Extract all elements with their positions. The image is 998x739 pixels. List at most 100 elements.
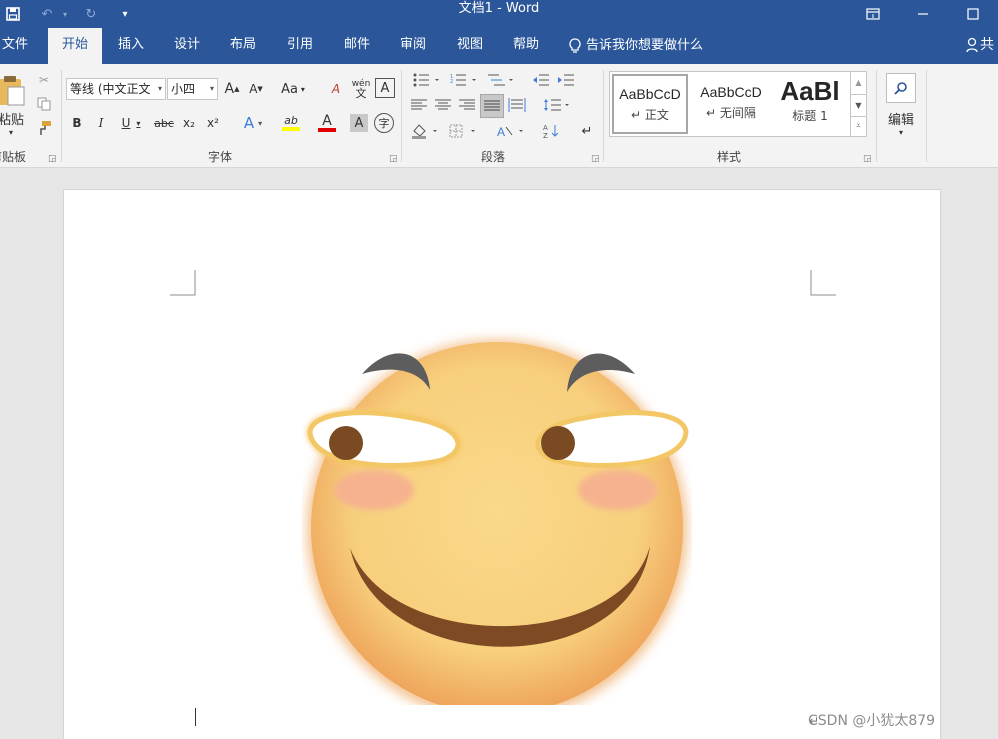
multilevel-list-icon[interactable] [484, 70, 518, 90]
change-case-button[interactable]: Aa ▾ [276, 78, 310, 100]
style-tile-normal[interactable]: AaBbCcD ↵ 正文 [612, 74, 688, 134]
share-button[interactable]: 共 [966, 28, 998, 64]
paragraph-dialog-launcher-icon[interactable]: ◲ [591, 154, 600, 164]
gallery-more-icon[interactable]: ⩡ [850, 116, 866, 136]
style-tile-heading-1[interactable]: AaBl 标题 1 [772, 74, 848, 134]
watermark-text: CSDN @小犹太879 [808, 713, 936, 729]
gallery-scroll-down-icon[interactable]: ▼ [850, 94, 866, 116]
styles-dialog-launcher-icon[interactable]: ◲ [863, 154, 872, 164]
font-name-combo[interactable]: 等线 (中文正文 ▾ [66, 78, 166, 100]
numbering-icon[interactable]: 12 [447, 70, 481, 90]
editing-button[interactable]: 编辑 ▾ [884, 70, 918, 140]
font-color-label: A [322, 113, 332, 129]
font-dialog-launcher-icon[interactable]: ◲ [389, 154, 398, 164]
shrink-font-label: A [249, 82, 258, 96]
style-name: ↵ 正文 [631, 108, 669, 122]
document-area[interactable]: ↵ [0, 169, 998, 739]
maximize-icon[interactable] [948, 0, 998, 28]
show-marks-icon[interactable]: ↵ [576, 120, 598, 142]
format-painter-icon[interactable] [34, 118, 54, 138]
lightbulb-icon [569, 38, 581, 53]
style-tile-no-spacing[interactable]: AaBbCcD ↵ 无间隔 [692, 74, 770, 134]
styles-group-label: 样式 [717, 150, 742, 164]
tab-design[interactable]: 设计 [164, 28, 210, 64]
clear-formatting-label: A [331, 82, 341, 96]
shrink-font-button[interactable]: A ▼ [246, 78, 266, 100]
strikethrough-button[interactable]: abc [152, 112, 176, 134]
chinese-layout-icon[interactable]: A [494, 120, 528, 142]
phonetic-guide-button[interactable]: wén 文 [350, 76, 372, 102]
group-separator [926, 70, 927, 162]
superscript-label: x² [207, 116, 219, 130]
align-center-icon[interactable] [432, 94, 454, 116]
font-size-combo[interactable]: 小四 ▾ [167, 78, 218, 100]
ribbon-display-options-icon[interactable] [848, 0, 898, 28]
group-separator [401, 70, 402, 162]
tab-mailings[interactable]: 邮件 [334, 28, 380, 64]
shading-icon[interactable] [408, 120, 442, 142]
title-bar: ↶ ▾ ↻ ▾ 文档1 - Word [0, 0, 998, 28]
font-name-dropdown-icon: ▾ [157, 84, 162, 93]
tab-help[interactable]: 帮助 [503, 28, 549, 64]
tab-layout[interactable]: 布局 [220, 28, 266, 64]
paste-label: 粘贴 [0, 113, 24, 128]
sort-icon[interactable]: AZ [540, 120, 562, 142]
redo-icon[interactable]: ↻ [78, 0, 104, 28]
style-sample: AaBbCcD [619, 86, 681, 102]
text-cursor [195, 708, 196, 726]
grow-font-button[interactable]: A ▲ [222, 78, 242, 100]
character-border-label: A [380, 80, 390, 96]
align-left-icon[interactable] [408, 94, 430, 116]
clear-formatting-button[interactable]: A [326, 78, 346, 100]
distributed-icon[interactable] [506, 94, 528, 116]
tab-review[interactable]: 审阅 [390, 28, 436, 64]
svg-text:A: A [543, 124, 548, 132]
increase-indent-icon[interactable] [555, 70, 577, 90]
tab-view[interactable]: 视图 [447, 28, 493, 64]
share-label: 共 [980, 37, 994, 53]
margin-corner-top-right [810, 270, 836, 296]
underline-label: U [121, 116, 131, 130]
bullets-icon[interactable] [410, 70, 444, 90]
decrease-indent-icon[interactable] [530, 70, 552, 90]
tell-me-box[interactable]: 告诉我你想要做什么 [568, 28, 703, 64]
minimize-icon[interactable] [898, 0, 948, 28]
tab-home[interactable]: 开始 [48, 28, 102, 64]
character-shading-button[interactable]: A [350, 114, 368, 132]
font-color-button[interactable]: A [310, 110, 344, 136]
paste-button[interactable]: 粘贴 ▾ [0, 70, 28, 140]
bold-button[interactable]: B [68, 112, 86, 134]
smiley-face-image[interactable] [302, 320, 692, 705]
tab-insert[interactable]: 插入 [108, 28, 154, 64]
cut-icon[interactable]: ✂ [34, 70, 54, 90]
italic-label: I [98, 116, 104, 130]
undo-icon[interactable]: ↶ [34, 0, 60, 28]
editing-label: 编辑 [887, 113, 914, 128]
clipboard-dialog-launcher-icon[interactable]: ◲ [48, 154, 57, 164]
underline-button[interactable]: U ▾ [116, 112, 146, 134]
group-separator [603, 70, 604, 162]
strikethrough-label: abc [154, 116, 174, 130]
copy-icon[interactable] [34, 94, 54, 114]
character-border-button[interactable]: A [375, 78, 395, 98]
customize-qat-icon[interactable]: ▾ [112, 0, 138, 28]
gallery-scroll-up-icon[interactable]: ▲ [850, 72, 866, 94]
justify-icon[interactable] [480, 94, 504, 118]
enclose-characters-button[interactable]: 字 [374, 113, 394, 133]
highlight-button[interactable]: ab [274, 110, 308, 136]
borders-icon[interactable] [446, 120, 480, 142]
text-effects-button[interactable]: A ▾ [236, 112, 270, 134]
paragraph-group-label: 段落 [481, 150, 506, 164]
line-spacing-icon[interactable] [540, 94, 574, 116]
tab-references[interactable]: 引用 [277, 28, 323, 64]
document-page[interactable] [63, 189, 941, 739]
italic-button[interactable]: I [92, 112, 110, 134]
save-icon[interactable] [0, 0, 26, 28]
superscript-button[interactable]: x² [203, 112, 223, 134]
tab-file[interactable]: 文件 [0, 28, 38, 64]
style-name: 标题 1 [792, 109, 828, 123]
svg-text:2: 2 [450, 79, 453, 85]
undo-dropdown-icon[interactable]: ▾ [60, 0, 70, 28]
align-right-icon[interactable] [456, 94, 478, 116]
subscript-button[interactable]: x₂ [179, 112, 199, 134]
